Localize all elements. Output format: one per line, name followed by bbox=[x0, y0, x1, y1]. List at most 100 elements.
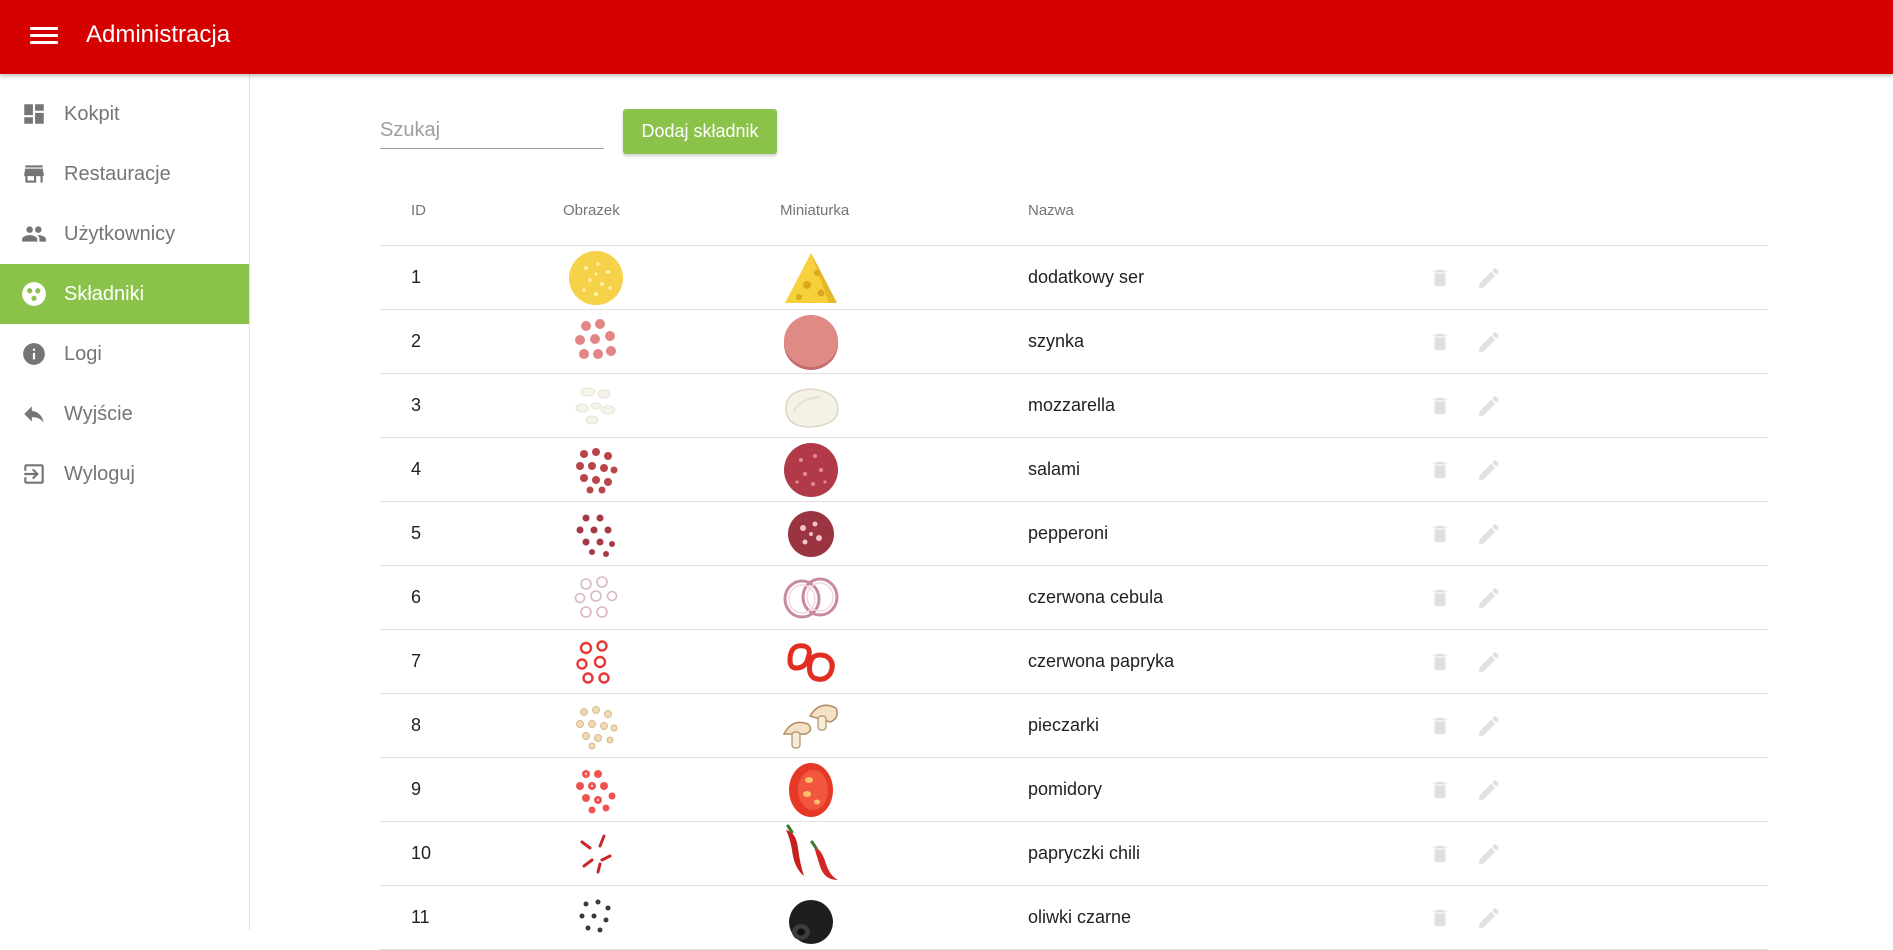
edit-icon[interactable] bbox=[1475, 630, 1503, 693]
row-id: 8 bbox=[411, 715, 422, 735]
column-header-id: ID bbox=[411, 202, 426, 219]
ingredients-table: ID Obrazek Miniaturka Nazwa 1 dodatkowy … bbox=[380, 180, 1768, 950]
table-row: 10 papryczki chili bbox=[380, 822, 1768, 886]
edit-icon[interactable] bbox=[1475, 374, 1503, 437]
row-name: czerwona papryka bbox=[1028, 651, 1175, 671]
row-name: mozzarella bbox=[1028, 395, 1116, 415]
row-id: 3 bbox=[411, 395, 422, 415]
trash-icon[interactable] bbox=[1427, 566, 1453, 629]
column-header-name: Nazwa bbox=[1028, 202, 1074, 219]
tomato-slices-icon bbox=[566, 758, 626, 821]
table-row: 8 pieczarki bbox=[380, 694, 1768, 758]
red-pepper-icon bbox=[780, 630, 842, 693]
edit-icon[interactable] bbox=[1475, 886, 1503, 949]
edit-icon[interactable] bbox=[1475, 502, 1503, 565]
sidebar-item-skladniki[interactable]: Składniki bbox=[0, 264, 249, 324]
salami-slices-icon bbox=[566, 438, 626, 501]
cheese-sprinkle-icon bbox=[566, 246, 626, 309]
menu-icon[interactable] bbox=[30, 23, 58, 49]
edit-icon[interactable] bbox=[1475, 246, 1503, 309]
edit-icon[interactable] bbox=[1475, 310, 1503, 373]
table-row: 1 dodatkowy ser bbox=[380, 246, 1768, 310]
onion-rings-icon bbox=[780, 566, 842, 629]
app-title: Administracja bbox=[86, 21, 231, 48]
sidebar-item-logi[interactable]: Logi bbox=[0, 324, 249, 384]
add-ingredient-button[interactable]: Dodaj składnik bbox=[623, 109, 777, 154]
trash-icon[interactable] bbox=[1427, 310, 1453, 373]
people-icon bbox=[22, 226, 46, 242]
sidebar-item-label: Logi bbox=[64, 343, 102, 365]
trash-icon[interactable] bbox=[1427, 246, 1453, 309]
mushroom-pieces-icon bbox=[566, 694, 626, 757]
sidebar-item-label: Wyjście bbox=[64, 403, 133, 425]
row-id: 1 bbox=[411, 267, 422, 287]
logout-icon bbox=[24, 464, 44, 484]
dashboard-icon bbox=[24, 104, 44, 124]
ham-slices-icon bbox=[566, 310, 626, 373]
sidebar: Kokpit Restauracje Użytkownicy Składniki… bbox=[0, 74, 250, 930]
search-input[interactable] bbox=[380, 112, 604, 149]
row-id: 2 bbox=[411, 331, 422, 351]
row-name: papryczki chili bbox=[1028, 843, 1141, 863]
trash-icon[interactable] bbox=[1427, 502, 1453, 565]
store-icon bbox=[24, 165, 44, 183]
sidebar-item-uzytkownicy[interactable]: Użytkownicy bbox=[0, 204, 249, 264]
app-bar: Administracja bbox=[0, 0, 1893, 74]
pepper-pieces-icon bbox=[566, 630, 626, 693]
column-header-thumbnail: Miniaturka bbox=[780, 202, 850, 219]
trash-icon[interactable] bbox=[1427, 630, 1453, 693]
trash-icon[interactable] bbox=[1427, 438, 1453, 501]
trash-icon[interactable] bbox=[1427, 822, 1453, 885]
table-row: 7 czerwona papryka bbox=[380, 630, 1768, 694]
table-row: 9 pomidory bbox=[380, 758, 1768, 822]
table-row: 4 salami bbox=[380, 438, 1768, 502]
sidebar-item-label: Restauracje bbox=[64, 163, 171, 185]
reply-icon bbox=[24, 406, 44, 423]
row-name: szynka bbox=[1028, 331, 1085, 351]
trash-icon[interactable] bbox=[1427, 694, 1453, 757]
cheese-icon bbox=[780, 246, 842, 309]
trash-icon[interactable] bbox=[1427, 886, 1453, 949]
row-name: pomidory bbox=[1028, 779, 1103, 799]
pepperoni-icon bbox=[780, 502, 842, 565]
sidebar-item-wyloguj[interactable]: Wyloguj bbox=[0, 444, 249, 504]
row-id: 4 bbox=[411, 459, 422, 479]
row-id: 6 bbox=[411, 587, 422, 607]
chili-icon bbox=[780, 822, 842, 885]
row-id: 7 bbox=[411, 651, 422, 671]
table-row: 11 oliwki czarne bbox=[380, 886, 1768, 950]
sidebar-item-label: Kokpit bbox=[64, 103, 120, 125]
sidebar-item-wyjscie[interactable]: Wyjście bbox=[0, 384, 249, 444]
ham-icon bbox=[780, 310, 842, 373]
mozzarella-pieces-icon bbox=[566, 374, 626, 437]
info-icon bbox=[23, 343, 45, 365]
row-name: oliwki czarne bbox=[1028, 907, 1132, 927]
column-header-image: Obrazek bbox=[563, 202, 620, 219]
chili-pieces-icon bbox=[566, 822, 626, 885]
edit-icon[interactable] bbox=[1475, 822, 1503, 885]
row-name: dodatkowy ser bbox=[1028, 267, 1145, 287]
edit-icon[interactable] bbox=[1475, 566, 1503, 629]
sidebar-item-label: Składniki bbox=[64, 283, 145, 305]
mushrooms-icon bbox=[780, 694, 842, 757]
mozzarella-icon bbox=[780, 374, 842, 437]
edit-icon[interactable] bbox=[1475, 758, 1503, 821]
onion-rings-scatter-icon bbox=[566, 566, 626, 629]
olive-pieces-icon bbox=[566, 886, 626, 949]
row-name: salami bbox=[1028, 459, 1081, 479]
salami-icon bbox=[780, 438, 842, 501]
trash-icon[interactable] bbox=[1427, 758, 1453, 821]
trash-icon[interactable] bbox=[1427, 374, 1453, 437]
edit-icon[interactable] bbox=[1475, 438, 1503, 501]
table-row: 5 pepperoni bbox=[380, 502, 1768, 566]
sidebar-item-label: Użytkownicy bbox=[64, 223, 176, 245]
table-row: 2 szynka bbox=[380, 310, 1768, 374]
edit-icon[interactable] bbox=[1475, 694, 1503, 757]
sidebar-item-label: Wyloguj bbox=[64, 463, 135, 485]
ingredients-icon bbox=[22, 282, 46, 306]
row-name: pieczarki bbox=[1028, 715, 1100, 735]
sidebar-item-kokpit[interactable]: Kokpit bbox=[0, 84, 249, 144]
sidebar-item-restauracje[interactable]: Restauracje bbox=[0, 144, 249, 204]
row-id: 9 bbox=[411, 779, 422, 799]
row-name: czerwona cebula bbox=[1028, 587, 1164, 607]
